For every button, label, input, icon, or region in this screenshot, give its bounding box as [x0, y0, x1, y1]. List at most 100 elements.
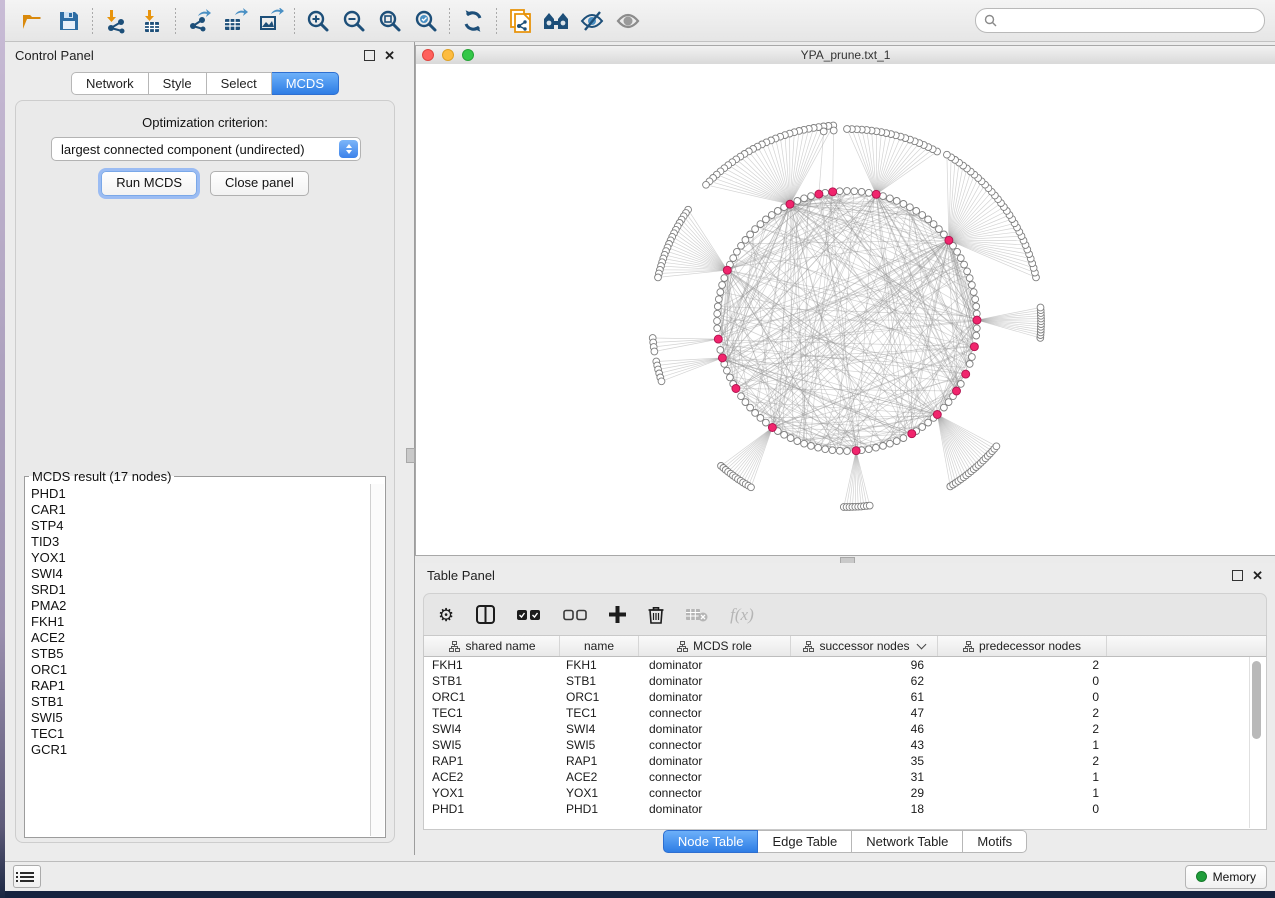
memory-status-icon [1196, 871, 1207, 882]
mcds-list-scrollbar[interactable] [370, 484, 384, 836]
close-panel-icon[interactable]: ✕ [384, 51, 395, 60]
table-row[interactable]: YOX1YOX1connector291 [424, 785, 1266, 801]
mcds-result-item[interactable]: FKH1 [31, 614, 370, 630]
column-header-label: shared name [465, 639, 535, 653]
dominator-node [718, 354, 726, 362]
table-body: FKH1FKH1dominator962STB1STB1dominator620… [424, 657, 1266, 817]
memory-button[interactable]: Memory [1185, 865, 1267, 889]
hide-selected-icon[interactable] [574, 5, 610, 37]
tab-select[interactable]: Select [207, 72, 272, 95]
export-table-icon[interactable] [217, 5, 253, 37]
mcds-result-group: MCDS result (17 nodes) PHD1CAR1STP4TID3Y… [24, 469, 386, 838]
mcds-result-item[interactable]: TEC1 [31, 726, 370, 742]
mcds-result-item[interactable]: SWI5 [31, 710, 370, 726]
float-table-panel-icon[interactable] [1232, 570, 1243, 581]
first-neighbors-icon[interactable] [538, 5, 574, 37]
sort-menu-icon[interactable] [916, 640, 926, 650]
tab-network[interactable]: Network [71, 72, 149, 95]
dominator-node [962, 370, 970, 378]
mcds-result-item[interactable]: RAP1 [31, 678, 370, 694]
add-column-icon[interactable] [609, 606, 626, 623]
table-scrollbar-thumb[interactable] [1252, 661, 1261, 739]
import-network-icon[interactable] [98, 5, 134, 37]
cell-shared-name: ORC1 [426, 690, 560, 704]
mcds-result-item[interactable]: STB5 [31, 646, 370, 662]
tab-style[interactable]: Style [149, 72, 207, 95]
save-session-icon[interactable] [51, 5, 87, 37]
zoom-fit-icon[interactable] [372, 5, 408, 37]
splitter-grip[interactable] [406, 448, 415, 463]
cell-name: FKH1 [560, 658, 639, 672]
run-mcds-button[interactable]: Run MCDS [101, 171, 197, 196]
mcds-result-item[interactable]: YOX1 [31, 550, 370, 566]
tab-node-table[interactable]: Node Table [663, 830, 759, 853]
close-panel-button[interactable]: Close panel [210, 171, 309, 196]
zoom-in-icon[interactable] [300, 5, 336, 37]
table-row[interactable]: ORC1ORC1dominator610 [424, 689, 1266, 705]
tab-edge-table[interactable]: Edge Table [758, 830, 852, 853]
mcds-result-item[interactable]: PHD1 [31, 486, 370, 502]
delete-column-icon[interactable] [648, 606, 664, 624]
zoom-selected-icon[interactable] [408, 5, 444, 37]
mcds-result-item[interactable]: ORC1 [31, 662, 370, 678]
table-row[interactable]: STB1STB1dominator620 [424, 673, 1266, 689]
mcds-result-item[interactable]: SRD1 [31, 582, 370, 598]
network-canvas[interactable] [416, 64, 1275, 555]
close-table-panel-icon[interactable]: ✕ [1252, 571, 1263, 580]
table-settings-icon[interactable]: ⚙ [438, 606, 454, 624]
table-row[interactable]: PHD1PHD1dominator180 [424, 801, 1266, 817]
table-row[interactable]: FKH1FKH1dominator962 [424, 657, 1266, 673]
show-all-icon[interactable] [610, 5, 646, 37]
column-header-MCDS-role[interactable]: MCDS role [639, 636, 791, 656]
mcds-result-item[interactable]: PMA2 [31, 598, 370, 614]
deselect-all-rows-icon[interactable] [563, 609, 587, 621]
mcds-result-item[interactable]: STP4 [31, 518, 370, 534]
network-graph[interactable] [416, 64, 1275, 555]
mcds-result-item[interactable]: ACE2 [31, 630, 370, 646]
tab-mcds[interactable]: MCDS [272, 72, 339, 95]
refresh-icon[interactable] [455, 5, 491, 37]
table-row[interactable]: SWI5SWI5connector431 [424, 737, 1266, 753]
tab-motifs[interactable]: Motifs [963, 830, 1027, 853]
export-image-icon[interactable] [253, 5, 289, 37]
mcds-result-item[interactable]: TID3 [31, 534, 370, 550]
float-panel-icon[interactable] [364, 50, 375, 61]
export-network-icon[interactable] [181, 5, 217, 37]
cell-shared-name: RAP1 [426, 754, 560, 768]
table-scrollbar[interactable] [1249, 657, 1265, 828]
function-builder-icon[interactable]: f(x) [730, 605, 754, 625]
zoom-out-icon[interactable] [336, 5, 372, 37]
column-header-predecessor-nodes[interactable]: predecessor nodes [938, 636, 1107, 656]
mcds-result-item[interactable]: GCR1 [31, 742, 370, 758]
mcds-result-item[interactable]: STB1 [31, 694, 370, 710]
table-row[interactable]: TEC1TEC1connector472 [424, 705, 1266, 721]
vertical-splitter[interactable] [405, 42, 415, 855]
column-header-successor-nodes[interactable]: successor nodes [791, 636, 938, 656]
split-columns-icon[interactable] [476, 605, 495, 624]
column-header-shared-name[interactable]: shared name [426, 636, 560, 656]
toolbar-separator [175, 8, 176, 34]
delete-table-icon[interactable] [686, 608, 708, 622]
tab-network-table[interactable]: Network Table [852, 830, 963, 853]
cell-successor-nodes: 31 [791, 770, 938, 784]
search-box[interactable] [975, 8, 1265, 33]
cell-name: PHD1 [560, 802, 639, 816]
table-toolbar: ⚙ f(x) [423, 593, 1267, 635]
mcds-result-item[interactable]: CAR1 [31, 502, 370, 518]
mcds-result-item[interactable]: SWI4 [31, 566, 370, 582]
table-row[interactable]: RAP1RAP1dominator352 [424, 753, 1266, 769]
copy-network-icon[interactable] [502, 5, 538, 37]
horizontal-splitter[interactable] [415, 556, 1275, 563]
toolbar-separator [449, 8, 450, 34]
import-table-icon[interactable] [134, 5, 170, 37]
table-row[interactable]: SWI4SWI4dominator462 [424, 721, 1266, 737]
column-header-name[interactable]: name [560, 636, 639, 656]
table-row[interactable]: ACE2ACE2connector311 [424, 769, 1266, 785]
select-all-rows-icon[interactable] [517, 609, 541, 621]
cell-shared-name: TEC1 [426, 706, 560, 720]
search-input[interactable] [1002, 13, 1256, 29]
criterion-select[interactable]: largest connected component (undirected) [51, 137, 361, 161]
open-file-icon[interactable] [15, 5, 51, 37]
network-window-titlebar[interactable]: YPA_prune.txt_1 [416, 46, 1275, 65]
task-history-button[interactable] [13, 865, 41, 888]
